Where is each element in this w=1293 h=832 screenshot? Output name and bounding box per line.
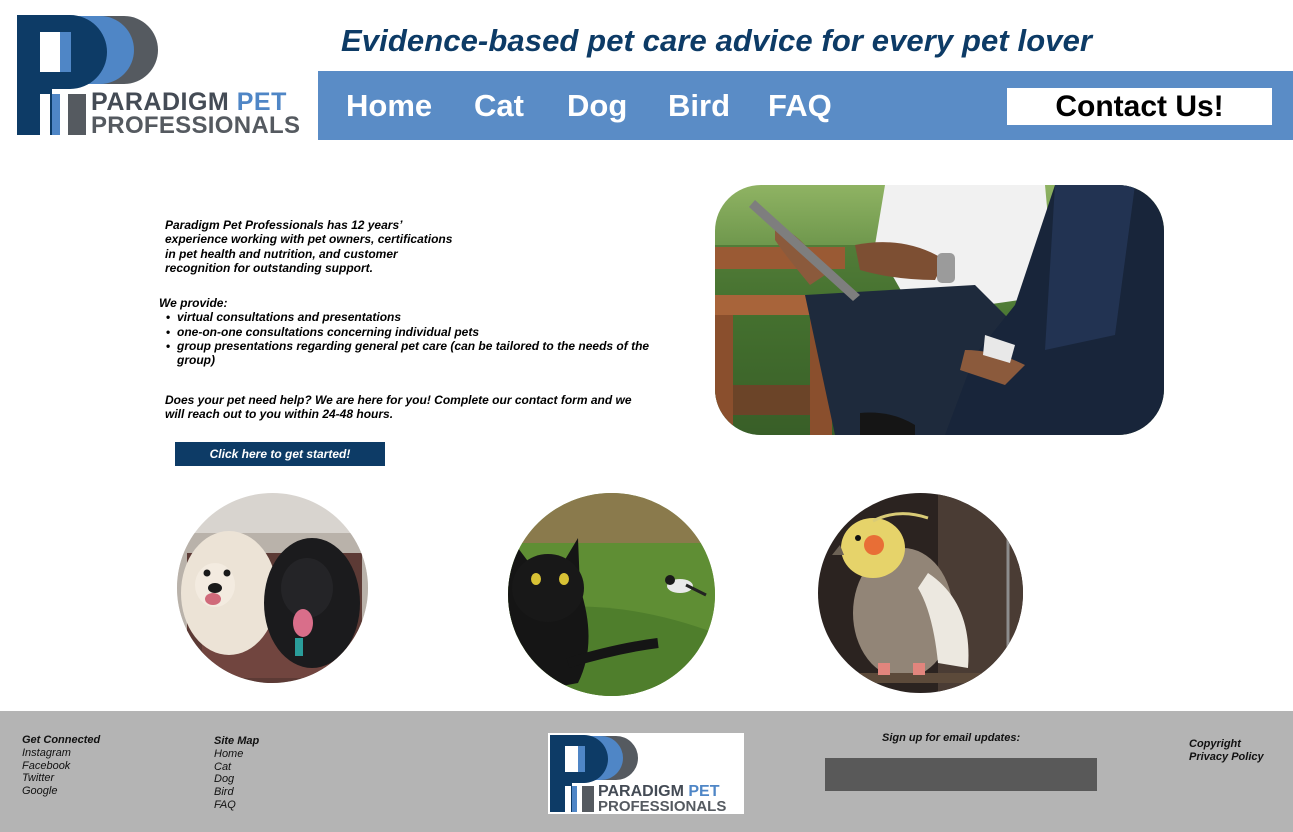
footer-sitemap-heading: Site Map xyxy=(214,735,260,747)
footer-link-cat[interactable]: Cat xyxy=(214,761,259,774)
footer-logo[interactable]: PARADIGM PET PROFESSIONALS xyxy=(548,733,744,814)
footer-logo-wordmark-bottom: PROFESSIONALS xyxy=(598,798,727,814)
footer-link-google[interactable]: Google xyxy=(22,785,100,798)
contact-us-button[interactable]: Contact Us! xyxy=(1007,88,1272,125)
page-tagline: Evidence-based pet care advice for every… xyxy=(341,23,1093,58)
main-navbar: Home Cat Dog Bird FAQ Contact Us! xyxy=(318,71,1293,140)
cat-image xyxy=(508,493,715,696)
nav-home[interactable]: Home xyxy=(346,90,432,121)
service-item: one-on-one consultations concerning indi… xyxy=(159,325,659,340)
get-started-button[interactable]: Click here to get started! xyxy=(175,442,385,466)
email-signup-input[interactable] xyxy=(825,758,1097,791)
services-heading: We provide: xyxy=(159,296,228,310)
footer-link-copyright[interactable]: Copyright xyxy=(1189,738,1264,751)
footer-link-dog[interactable]: Dog xyxy=(214,773,259,786)
dogs-image xyxy=(177,493,368,683)
footer-link-faq[interactable]: FAQ xyxy=(214,799,259,812)
footer-link-privacy-policy[interactable]: Privacy Policy xyxy=(1189,751,1264,764)
nav-dog[interactable]: Dog xyxy=(567,90,627,121)
footer-link-instagram[interactable]: Instagram xyxy=(22,747,100,760)
service-item: group presentations regarding general pe… xyxy=(159,339,659,368)
site-logo[interactable]: PARADIGM PET PROFESSIONALS xyxy=(16,14,312,138)
dogs-photo xyxy=(177,493,368,683)
footer-link-facebook[interactable]: Facebook xyxy=(22,760,100,773)
footer-connect-heading: Get Connected xyxy=(22,734,101,746)
services-list: virtual consultations and presentations … xyxy=(159,310,659,367)
footer-sitemap: Site Map Home Cat Dog Bird FAQ xyxy=(214,735,259,812)
cta-paragraph: Does your pet need help? We are here for… xyxy=(165,393,632,422)
service-item: virtual consultations and presentations xyxy=(159,310,659,325)
services-list-block: We provide: virtual consultations and pr… xyxy=(159,296,659,367)
logo-wordmark-bottom: PROFESSIONALS xyxy=(91,112,301,139)
intro-paragraph: Paradigm Pet Professionals has 12 years’… xyxy=(165,218,453,275)
nav-cat[interactable]: Cat xyxy=(474,90,524,121)
cockatiel-image xyxy=(818,493,1023,693)
cat-photo xyxy=(508,493,715,696)
email-signup-label: Sign up for email updates: xyxy=(882,732,1021,744)
cockatiel-photo xyxy=(818,493,1023,693)
site-footer: Get Connected Instagram Facebook Twitter… xyxy=(0,711,1293,832)
footer-link-twitter[interactable]: Twitter xyxy=(22,772,100,785)
consultation-photo xyxy=(715,185,1164,435)
footer-link-bird[interactable]: Bird xyxy=(214,786,259,799)
footer-link-home[interactable]: Home xyxy=(214,748,259,761)
nav-faq[interactable]: FAQ xyxy=(768,90,832,121)
nav-bird[interactable]: Bird xyxy=(668,90,730,121)
footer-social-links: Get Connected Instagram Facebook Twitter… xyxy=(22,734,100,798)
footer-legal-links: Copyright Privacy Policy xyxy=(1189,738,1264,764)
consultation-image xyxy=(715,185,1164,435)
